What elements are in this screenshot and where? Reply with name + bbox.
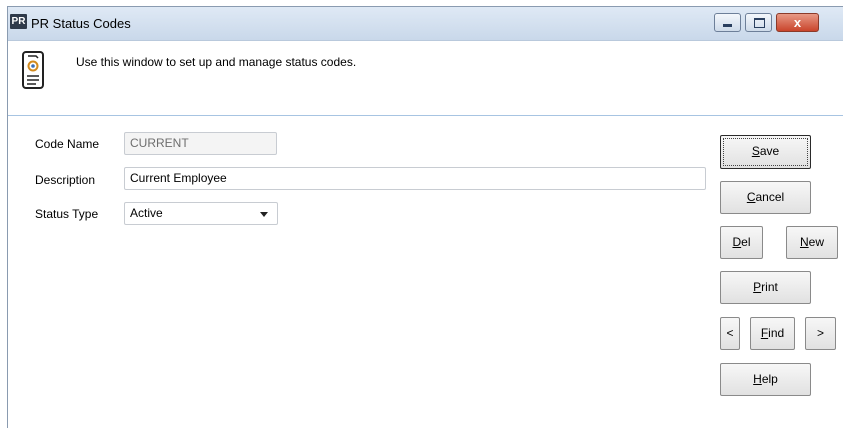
title-bar[interactable]: PR PR Status Codes x bbox=[8, 7, 843, 41]
help-button[interactable]: Help bbox=[720, 363, 811, 396]
save-button[interactable]: Save bbox=[720, 135, 811, 169]
minimize-button[interactable] bbox=[714, 13, 741, 32]
cancel-button-label: Cancel bbox=[746, 190, 785, 204]
new-button[interactable]: New bbox=[786, 226, 838, 259]
status-codes-window: PR PR Status Codes x Use this window to … bbox=[7, 6, 843, 428]
save-button-label: Save bbox=[751, 144, 780, 158]
previous-record-button[interactable]: < bbox=[720, 317, 740, 350]
help-button-label: Help bbox=[753, 372, 778, 386]
find-button-label: Find bbox=[760, 326, 785, 340]
chevron-down-icon bbox=[260, 212, 268, 217]
close-icon: x bbox=[793, 15, 802, 30]
description-label: Description bbox=[35, 173, 96, 187]
header-description: Use this window to set up and manage sta… bbox=[76, 55, 357, 69]
cancel-button[interactable]: Cancel bbox=[720, 181, 811, 214]
next-record-button[interactable]: > bbox=[805, 317, 836, 350]
maximize-button[interactable] bbox=[745, 13, 772, 32]
close-button[interactable]: x bbox=[776, 13, 819, 32]
status-type-dropdown[interactable]: Active bbox=[124, 202, 278, 225]
find-button[interactable]: Find bbox=[750, 317, 795, 350]
print-button-label: Print bbox=[753, 280, 778, 294]
document-gear-icon bbox=[22, 51, 44, 89]
next-arrow-icon: > bbox=[816, 326, 824, 340]
code-name-label: Code Name bbox=[35, 137, 100, 151]
header-panel: Use this window to set up and manage sta… bbox=[8, 41, 843, 116]
delete-button[interactable]: Del bbox=[720, 226, 763, 259]
status-type-value: Active bbox=[130, 206, 163, 220]
delete-button-label: Del bbox=[732, 235, 751, 249]
pr-app-icon: PR bbox=[10, 14, 27, 29]
previous-arrow-icon: < bbox=[726, 326, 734, 340]
print-button[interactable]: Print bbox=[720, 271, 811, 304]
description-field[interactable]: Current Employee bbox=[124, 167, 706, 190]
window-title: PR Status Codes bbox=[31, 16, 131, 31]
new-button-label: New bbox=[799, 235, 824, 249]
status-type-label: Status Type bbox=[35, 207, 99, 221]
code-name-field[interactable]: CURRENT bbox=[124, 132, 277, 155]
